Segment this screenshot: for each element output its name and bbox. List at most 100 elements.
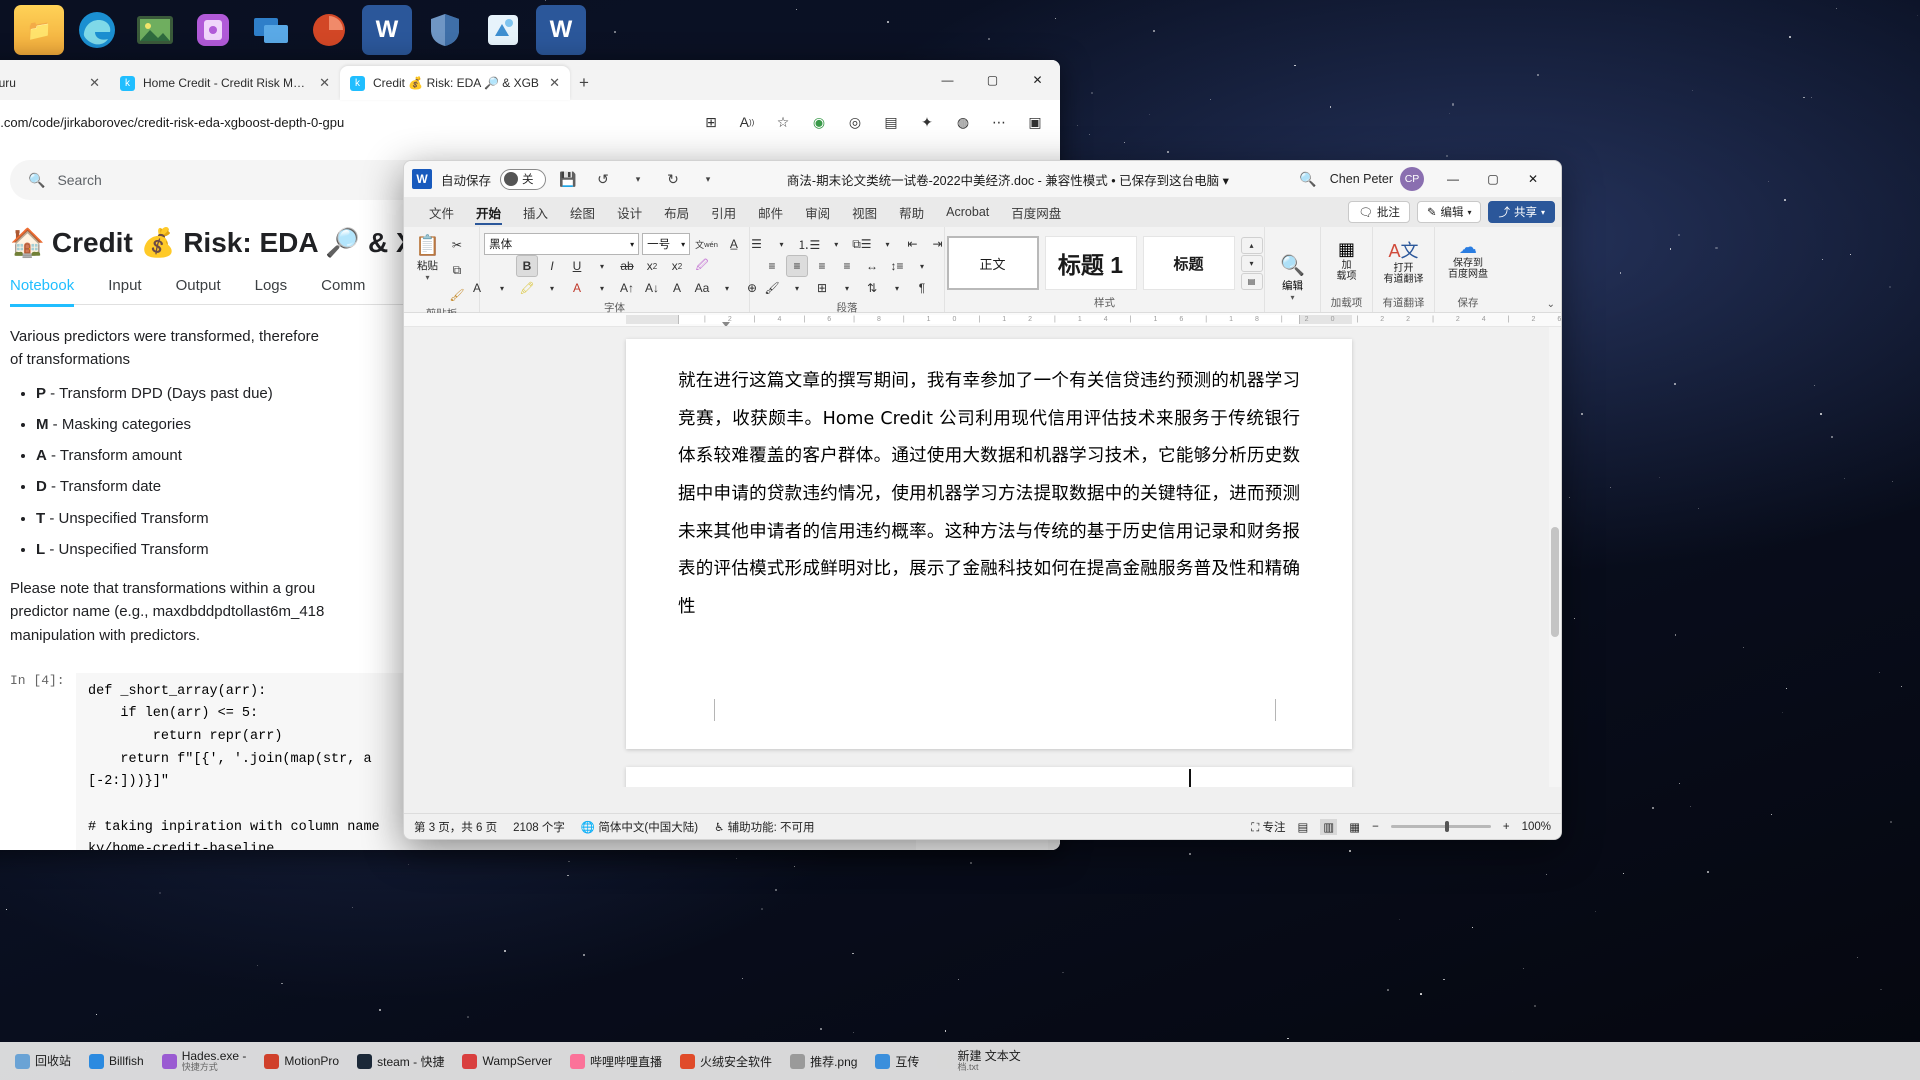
borders-dropdown-icon[interactable]: ▾ — [836, 277, 858, 299]
collections-icon[interactable]: ▤ — [876, 107, 906, 137]
photos-icon[interactable] — [130, 5, 180, 55]
notebook-tab[interactable]: Notebook — [10, 277, 75, 307]
taskbar-item-png[interactable]: 推荐.png — [781, 1044, 866, 1078]
url-input[interactable]: kaggle.com/code/jirkaborovec/credit-risk… — [0, 107, 690, 137]
strikethrough-button[interactable]: ab — [616, 255, 638, 277]
qat-more-icon[interactable]: ▾ — [695, 166, 721, 192]
align-center-icon[interactable]: ≡ — [786, 255, 808, 277]
print-layout-icon[interactable]: ▥ — [1320, 818, 1338, 835]
taskbar-item-wamp[interactable]: WampServer — [453, 1044, 561, 1078]
style-heading[interactable]: 标题 — [1142, 236, 1235, 290]
tab-credit-risk-eda[interactable]: k Credit 💰 Risk: EDA 🔎 & XGB ✕ — [340, 66, 570, 100]
multilevel-list-icon[interactable]: ⧉☰ — [850, 233, 873, 255]
read-aloud-icon[interactable]: A)) — [732, 107, 762, 137]
tab-review[interactable]: 审阅 — [794, 197, 841, 227]
autosave-toggle[interactable]: 关 — [500, 168, 547, 190]
paste-icon[interactable]: 📋 — [415, 233, 440, 258]
font-color-icon[interactable]: A — [566, 277, 588, 299]
undo-icon[interactable]: ↺ — [590, 166, 616, 192]
minimize-button[interactable]: — — [925, 60, 970, 100]
zoom-slider-handle[interactable] — [1444, 821, 1449, 832]
accessibility-status[interactable]: ♿ 辅助功能: 不可用 — [714, 819, 814, 835]
tab-file[interactable]: 文件 — [418, 197, 465, 227]
char-border-icon[interactable]: A̲ — [723, 233, 745, 255]
text-effects-dropdown-icon[interactable]: ▾ — [491, 277, 513, 299]
redo-icon[interactable]: ↻ — [660, 166, 686, 192]
language-indicator[interactable]: 🌐 简体中文(中国大陆) — [581, 819, 698, 835]
file-explorer-icon[interactable]: 📁 — [14, 5, 64, 55]
browser-essentials-icon[interactable]: ◉ — [804, 107, 834, 137]
borders-icon[interactable]: ⊞ — [811, 277, 833, 299]
zoom-in-button[interactable]: + — [1503, 821, 1510, 833]
favorite-star-icon[interactable]: ☆ — [768, 107, 798, 137]
bullets-dropdown-icon[interactable]: ▾ — [770, 233, 792, 255]
line-spacing-dropdown-icon[interactable]: ▾ — [911, 255, 933, 277]
align-left-icon[interactable]: ≡ — [761, 255, 783, 277]
title-dropdown-icon[interactable]: ▾ — [1223, 174, 1229, 188]
editing-button[interactable]: ✎ 编辑 ▾ — [1416, 201, 1482, 223]
close-button[interactable]: ✕ — [1015, 60, 1060, 100]
magnifier-icon[interactable]: 🔍 — [1280, 253, 1305, 278]
horizontal-ruler[interactable]: |2|4|6|8|10|12|14|16|18|20|22|24|26|28|3… — [404, 313, 1561, 327]
close-icon[interactable]: ✕ — [319, 75, 330, 91]
numbering-dropdown-icon[interactable]: ▾ — [825, 233, 847, 255]
document-title[interactable]: 商法-期末论文类统一试卷-2022中美经济.doc - 兼容性模式 • 已保存到… — [730, 170, 1286, 189]
phonetic-guide-icon[interactable]: 文 wén — [693, 233, 720, 255]
styles-scroll-down-icon[interactable]: ▾ — [1240, 254, 1263, 272]
zoom-out-button[interactable]: − — [1372, 821, 1379, 833]
grow-font-icon[interactable]: A↑ — [616, 277, 638, 299]
text-effects-icon[interactable]: A — [466, 277, 488, 299]
settings-more-icon[interactable]: ⋯ — [984, 107, 1014, 137]
font-size-input[interactable]: 一号 ▾ — [642, 233, 691, 255]
shading-dropdown-icon[interactable]: ▾ — [786, 277, 808, 299]
read-mode-icon[interactable]: ▤ — [1298, 820, 1309, 834]
decrease-indent-icon[interactable]: ⇤ — [902, 233, 924, 255]
document-page-1[interactable]: 就在进行这篇文章的撰写期间，我有幸参加了一个有关信贷违约预测的机器学习竞赛，收获… — [626, 339, 1352, 749]
sort-dropdown-icon[interactable]: ▾ — [886, 277, 908, 299]
taskbar-item-hufu[interactable]: 互传 — [866, 1044, 928, 1078]
taskbar-item-newtext[interactable]: 新建 文本文 档.txt — [928, 1044, 1029, 1078]
shading-icon[interactable]: 🖌 — [761, 277, 783, 299]
tab-design[interactable]: 设计 — [606, 197, 653, 227]
style-normal[interactable]: 正文 — [946, 236, 1039, 290]
tab-home-credit[interactable]: k Home Credit - Credit Risk Model ✕ — [110, 66, 340, 100]
styles-scroll-up-icon[interactable]: ▴ — [1240, 236, 1263, 254]
document-scrollbar[interactable] — [1549, 327, 1561, 787]
profile-icon[interactable]: ◍ — [948, 107, 978, 137]
taskbar-item-billfish[interactable]: Billfish — [80, 1044, 153, 1078]
share-button[interactable]: ⤴ 共享 ▾ — [1488, 201, 1555, 223]
close-button[interactable]: ✕ — [1513, 161, 1553, 197]
change-case-icon[interactable]: Aa — [691, 277, 713, 299]
split-screen-icon[interactable]: ⊞ — [696, 107, 726, 137]
sidebar-icon[interactable]: ▣ — [1020, 107, 1050, 137]
multilevel-dropdown-icon[interactable]: ▾ — [877, 233, 899, 255]
tab-insert[interactable]: 插入 — [512, 197, 559, 227]
tab-home[interactable]: 开始 — [465, 197, 512, 227]
sort-icon[interactable]: ⇅ — [861, 277, 883, 299]
bullets-icon[interactable]: ☰ — [745, 233, 767, 255]
document-canvas[interactable]: 就在进行这篇文章的撰写期间，我有幸参加了一个有关信贷违约预测的机器学习竞赛，收获… — [404, 327, 1561, 787]
word-icon-2[interactable]: W — [536, 5, 586, 55]
user-account[interactable]: Chen Peter CP — [1330, 167, 1424, 191]
taskbar-item-recycle[interactable]: 回收站 — [6, 1044, 80, 1078]
highlight-dropdown-icon[interactable]: ▾ — [541, 277, 563, 299]
close-icon[interactable]: ✕ — [89, 75, 100, 91]
web-layout-icon[interactable]: ▦ — [1349, 820, 1360, 834]
styles-more-icon[interactable]: ▤ — [1240, 272, 1263, 290]
input-tab[interactable]: Input — [108, 277, 141, 294]
align-right-icon[interactable]: ≡ — [811, 255, 833, 277]
underline-dropdown-icon[interactable]: ▾ — [591, 255, 613, 277]
subscript-button[interactable]: x2 — [641, 255, 663, 277]
chevron-down-icon[interactable]: ▾ — [425, 273, 429, 282]
save-icon[interactable]: 💾 — [555, 166, 581, 192]
tab-baidu-netdisk[interactable]: 百度网盘 — [1000, 197, 1072, 227]
highlight-icon[interactable]: 🖍 — [516, 277, 538, 299]
zoom-level[interactable]: 100% — [1522, 821, 1551, 833]
scrollbar-thumb[interactable] — [1551, 527, 1559, 637]
show-marks-icon[interactable]: ¶ — [911, 277, 933, 299]
numbering-icon[interactable]: ⒈☰ — [795, 233, 822, 255]
page-info[interactable]: 第 3 页，共 6 页 — [414, 819, 497, 835]
distribute-icon[interactable]: ↔ — [861, 255, 883, 277]
maximize-button[interactable]: ▢ — [970, 60, 1015, 100]
favorites-icon[interactable]: ✦ — [912, 107, 942, 137]
